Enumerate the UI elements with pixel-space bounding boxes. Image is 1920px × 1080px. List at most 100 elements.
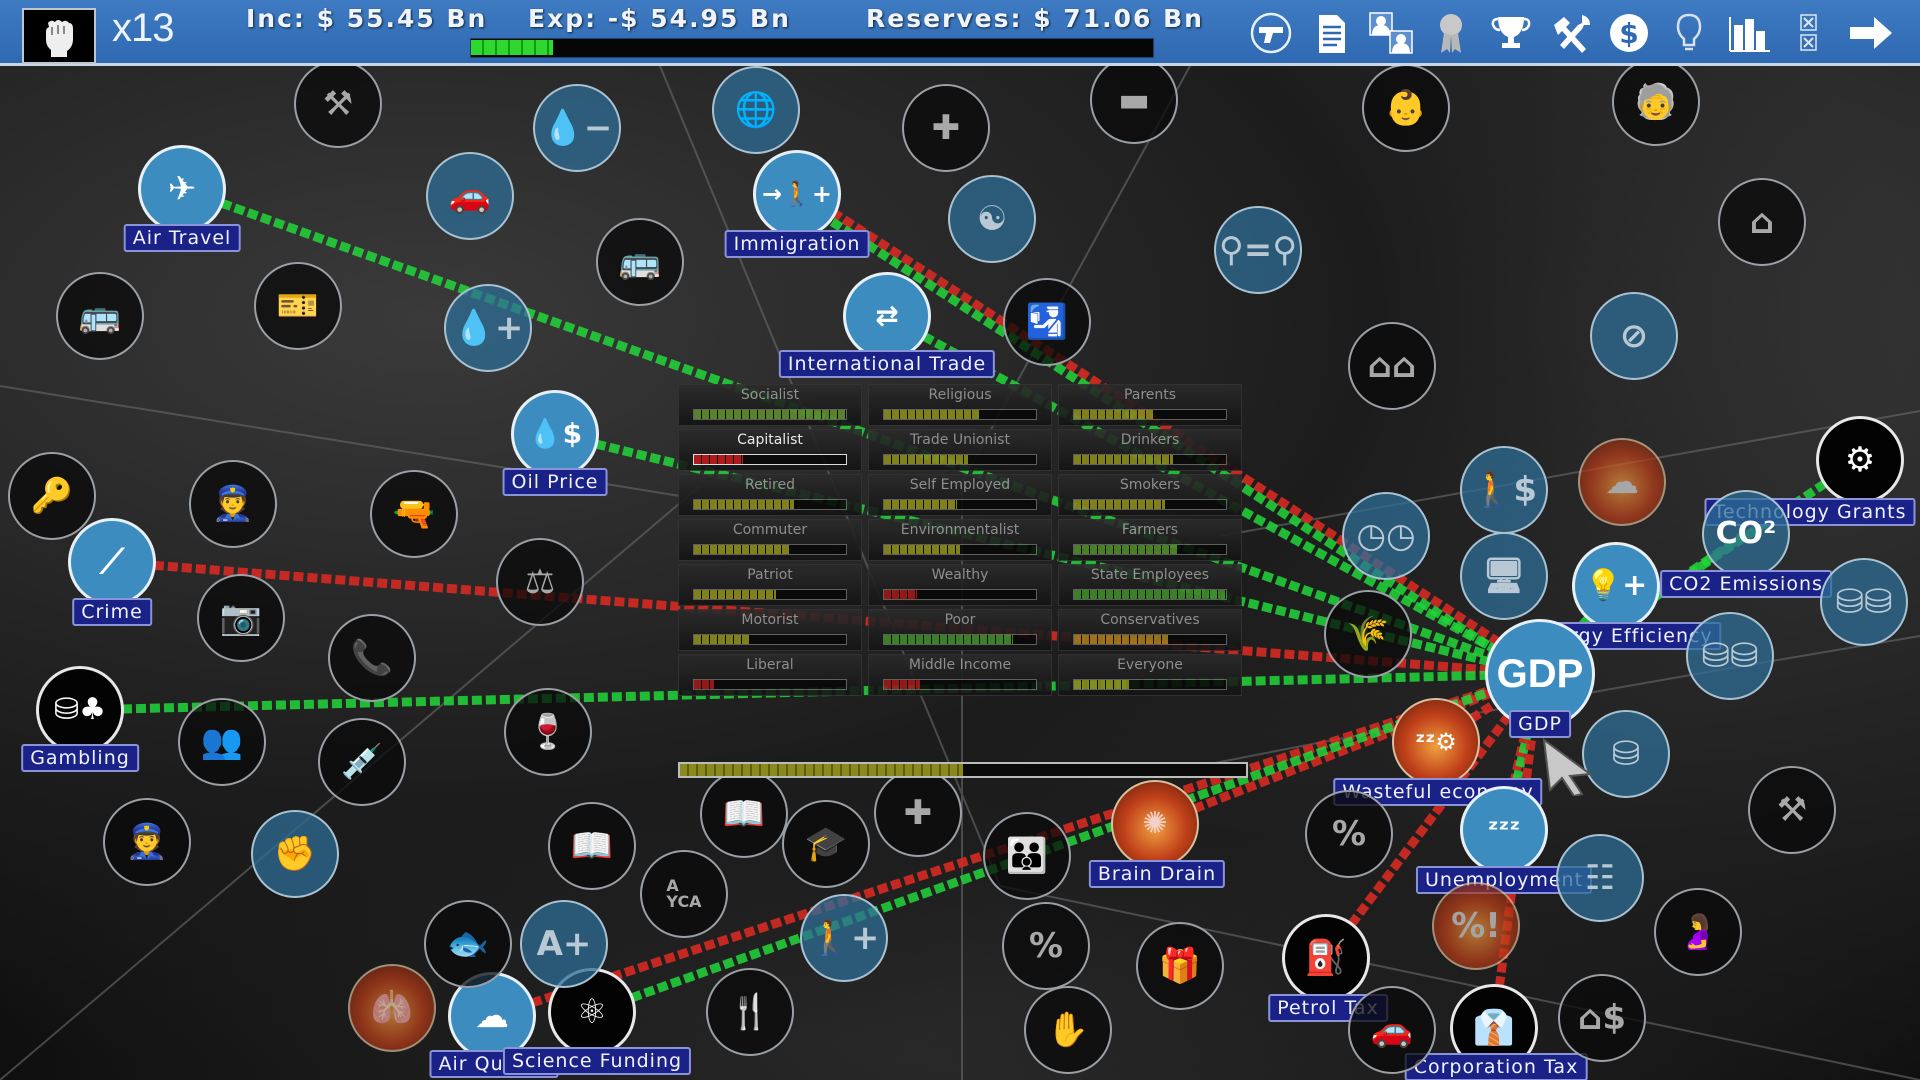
drug-syringe-node[interactable]: 💉 [318, 718, 406, 806]
car-tax-node[interactable]: 🚗 [1348, 986, 1436, 1074]
clocks-node[interactable]: ◷◷ [1342, 492, 1430, 580]
water-plus-node[interactable]: 💧+ [444, 284, 532, 372]
cctv-node[interactable]: 📷 [197, 574, 285, 662]
coins-stack-2-node[interactable]: ⛁⛁ [1820, 558, 1908, 646]
next-turn-button[interactable] [1846, 10, 1896, 56]
international-trade-node[interactable]: ⇄ [843, 272, 931, 360]
co2-emissions-node[interactable]: CO² [1702, 490, 1790, 578]
percent-node[interactable]: % [1002, 902, 1090, 990]
alcohol-node[interactable]: 🍷 [504, 688, 592, 776]
tools-node[interactable]: ⚒ [1748, 766, 1836, 854]
voter-group-trade-unionist[interactable]: Trade Unionist [868, 429, 1052, 471]
globe-node[interactable]: 🌐 [712, 66, 800, 154]
child-benefit-node[interactable]: 🚶+ [800, 894, 888, 982]
voter-group-self-employed[interactable]: Self Employed [868, 474, 1052, 516]
science-funding-label[interactable]: Science Funding [502, 1047, 692, 1075]
oil-price-label[interactable]: Oil Price [502, 468, 608, 496]
jury-node[interactable]: ⚖ [496, 538, 584, 626]
reports-button[interactable] [1306, 10, 1356, 56]
voter-group-parents[interactable]: Parents [1058, 384, 1242, 426]
car-node[interactable]: 🚗 [426, 152, 514, 240]
bus-ticket-node[interactable]: 🎫 [254, 262, 342, 350]
property-tax-node[interactable]: ⌂$ [1558, 974, 1646, 1062]
housing-node[interactable]: ⌂⌂ [1348, 322, 1436, 410]
library-node[interactable]: 📖 [548, 802, 636, 890]
oil-price-node[interactable]: 💧$ [511, 390, 599, 478]
ideas-button[interactable] [1664, 10, 1714, 56]
voter-group-state-employees[interactable]: State Employees [1058, 564, 1242, 606]
voter-group-environmentalist[interactable]: Environmentalist [868, 519, 1052, 561]
no-drugs-node[interactable]: ⊘ [1590, 292, 1678, 380]
coins-node[interactable]: ⛁ [1582, 710, 1670, 798]
voter-group-patriot[interactable]: Patriot [678, 564, 862, 606]
police-force-node[interactable]: 👥 [178, 698, 266, 786]
voter-group-liberal[interactable]: Liberal [678, 654, 862, 696]
family-node[interactable]: 👪 [983, 812, 1071, 900]
baby-node[interactable]: 👶 [1362, 66, 1450, 152]
army-medic-node[interactable]: ✚ [902, 84, 990, 172]
percent-alert-node[interactable]: %! [1432, 882, 1520, 970]
voter-group-wealthy[interactable]: Wealthy [868, 564, 1052, 606]
voter-group-capitalist[interactable]: Capitalist [678, 429, 862, 471]
equality-node[interactable]: ⚲=⚲ [1214, 206, 1302, 294]
political-capital-badge[interactable] [22, 8, 96, 64]
agriculture-node[interactable]: 🌾 [1324, 590, 1412, 678]
armed-police-node[interactable]: 👮 [103, 798, 191, 886]
voter-group-motorist[interactable]: Motorist [678, 609, 862, 651]
graduation-node[interactable]: 🎓 [782, 800, 870, 888]
immigration-label[interactable]: Immigration [724, 230, 870, 258]
unemployment-node[interactable]: ᶻᶻᶻ [1460, 786, 1548, 874]
tax-bag-node[interactable]: % [1305, 790, 1393, 878]
bus-lane-node[interactable]: 🚌 [596, 218, 684, 306]
benefit-dollar-node[interactable]: 🚶$ [1460, 446, 1548, 534]
award-button[interactable] [1426, 10, 1476, 56]
tools-button[interactable] [1546, 10, 1596, 56]
gambling-label[interactable]: Gambling [21, 744, 139, 772]
gambling-node[interactable]: ⛁♣ [36, 666, 124, 754]
evolution-fish-node[interactable]: 🐟 [424, 900, 512, 988]
crime-node[interactable]: ⟋ [68, 518, 156, 606]
corporation-tax-label[interactable]: Corporation Tax [1404, 1053, 1588, 1080]
achievements-button[interactable] [1486, 10, 1536, 56]
water-minus-node[interactable]: 💧− [533, 84, 621, 172]
voter-group-retired[interactable]: Retired [678, 474, 862, 516]
bus-node[interactable]: 🚌 [56, 272, 144, 360]
coins-stack-node[interactable]: ⛁⛁ [1686, 612, 1774, 700]
cabinet-button[interactable] [1366, 10, 1416, 56]
gift-node[interactable]: 🎁 [1136, 922, 1224, 1010]
crime-label[interactable]: Crime [72, 598, 152, 626]
police-officer-node[interactable]: 👮 [189, 460, 277, 548]
yin-yang-node[interactable]: ☯ [948, 175, 1036, 263]
pregnant-node[interactable]: 🤰 [1654, 888, 1742, 976]
fist-node[interactable]: ✊ [251, 810, 339, 898]
technology-grants-node[interactable]: ⚙ [1816, 416, 1904, 504]
brain-drain-label[interactable]: Brain Drain [1088, 860, 1226, 888]
handgun-node[interactable]: 🔫 [370, 470, 458, 558]
air-travel-label[interactable]: Air Travel [123, 224, 241, 252]
school-grade-node[interactable]: A+ [520, 900, 608, 988]
voter-group-smokers[interactable]: Smokers [1058, 474, 1242, 516]
brain-drain-node[interactable]: ✺ [1111, 780, 1199, 868]
gdp-label[interactable]: GDP [1509, 710, 1571, 738]
eye-chart-node[interactable]: A YCA [640, 850, 728, 938]
healthcare-node[interactable]: ✚ [874, 769, 962, 857]
lungs-node[interactable]: 🫁 [348, 964, 436, 1052]
energy-efficiency-node[interactable]: 💡+ [1572, 542, 1660, 630]
air-travel-node[interactable]: ✈ [138, 145, 226, 233]
prison-node[interactable]: 🔑 [8, 452, 96, 540]
informant-node[interactable]: 📞 [328, 614, 416, 702]
pollution-node[interactable]: ☁ [1578, 438, 1666, 526]
co2-emissions-label[interactable]: CO2 Emissions [1660, 570, 1832, 598]
organisation-node[interactable]: ☷ [1556, 834, 1644, 922]
retirement-home-node[interactable]: ⌂ [1718, 178, 1806, 266]
police-button[interactable] [1246, 10, 1296, 56]
cutlery-node[interactable]: 🍴 [706, 968, 794, 1056]
international-trade-label[interactable]: International Trade [778, 350, 996, 378]
voter-group-religious[interactable]: Religious [868, 384, 1052, 426]
immigration-node[interactable]: →🚶+ [753, 150, 841, 238]
voter-group-socialist[interactable]: Socialist [678, 384, 862, 426]
petrol-tax-node[interactable]: ⛽ [1282, 914, 1370, 1002]
voter-group-farmers[interactable]: Farmers [1058, 519, 1242, 561]
voter-group-everyone[interactable]: Everyone [1058, 654, 1242, 696]
voter-group-poor[interactable]: Poor [868, 609, 1052, 651]
